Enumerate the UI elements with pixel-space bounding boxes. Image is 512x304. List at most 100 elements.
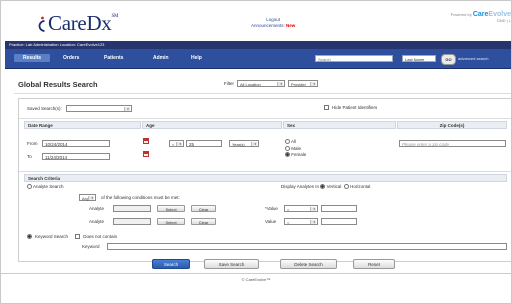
brand-care: Care xyxy=(472,11,489,18)
announcements-new-badge: New xyxy=(286,23,296,28)
age-unit-select[interactable]: Year(s) ▾ xyxy=(229,140,259,147)
header: CareDxSM Logout Announcements: New Power… xyxy=(1,1,511,41)
age-value-input[interactable]: 25 xyxy=(186,140,222,147)
analyte-label: Analyte xyxy=(89,219,105,224)
keyword-label: Keyword xyxy=(82,244,100,249)
sex-male-label: Male xyxy=(291,145,302,151)
nav-admin[interactable]: Admin xyxy=(153,54,169,62)
caredx-logo: CareDxSM xyxy=(38,11,118,36)
display-analytes-group: Display Analytes In Vertical Horizontal xyxy=(281,184,371,190)
from-label: From xyxy=(27,141,38,146)
nav-help[interactable]: Help xyxy=(191,54,202,62)
age-operator-select[interactable]: < ▾ xyxy=(169,140,184,147)
logo-text: CareDxSM xyxy=(48,11,119,35)
sex-female-label: Female xyxy=(291,152,307,157)
does-not-contain-label: Does not contain xyxy=(83,234,118,239)
logo-service-mark: SM xyxy=(111,14,119,19)
careevolve-brand: Powered by CareEvolve DND | L xyxy=(450,11,511,23)
footer-divider xyxy=(1,273,511,274)
chevron-down-icon: ▾ xyxy=(127,107,129,111)
does-not-contain-checkbox[interactable] xyxy=(75,234,81,239)
analyte-search-option: Analyte Search xyxy=(27,184,64,190)
chevron-down-icon: ▾ xyxy=(254,142,256,146)
age-header: Age xyxy=(142,121,282,129)
sex-radio-group: All Male Female xyxy=(285,139,306,159)
go-button[interactable]: GO xyxy=(441,54,456,65)
nav-results[interactable]: Results xyxy=(14,54,51,62)
header-links: Logout Announcements: New xyxy=(251,17,295,29)
saved-searches-select[interactable]: ▾ xyxy=(65,105,132,112)
sex-female-radio[interactable] xyxy=(285,152,290,158)
page-title: Global Results Search xyxy=(18,80,98,89)
analyte-select-button[interactable]: Select xyxy=(157,218,185,225)
nav-orders[interactable]: Orders xyxy=(63,54,79,62)
sex-all-label: All xyxy=(291,139,297,144)
reset-button[interactable]: Reset xyxy=(353,259,395,269)
value-operator-select[interactable]: = ▾ xyxy=(284,205,318,212)
analyte-input[interactable] xyxy=(113,205,151,212)
filter-group: Filter All Location ▾ Provider ▾ xyxy=(224,80,318,87)
hide-identifiers-checkbox[interactable] xyxy=(324,105,329,110)
chevron-down-icon: ▾ xyxy=(313,207,315,211)
match-any-select[interactable]: Any ▾ xyxy=(79,194,96,201)
keyword-search-radio[interactable] xyxy=(27,234,32,239)
practice-info-bar: Practice: Lab Administration Location: C… xyxy=(5,41,511,49)
hide-identifiers-row: Hide Patient Identifiers xyxy=(324,105,377,110)
nav-search-input[interactable]: Search xyxy=(315,55,393,62)
search-field-select[interactable]: Last Name xyxy=(402,55,436,62)
saved-searches-row: Saved Search(s): ▾ xyxy=(27,105,132,112)
sex-all-radio[interactable] xyxy=(285,139,290,145)
analyte-search-radio[interactable] xyxy=(27,184,32,190)
keyword-search-option: Keyword Search Does not contain xyxy=(27,234,117,239)
main-nav: Results Orders Patients Admin Help Searc… xyxy=(5,49,511,69)
match-conditions-text: of the following conditions must be met: xyxy=(101,195,180,200)
keyword-input[interactable] xyxy=(107,243,507,250)
announcements-link[interactable]: Announcements: xyxy=(251,23,285,28)
chevron-down-icon: ▾ xyxy=(91,196,93,200)
chevron-down-icon: ▾ xyxy=(179,142,181,146)
zip-header: Zip Code(s) xyxy=(397,121,507,129)
date-range-header: Date Range xyxy=(24,121,141,129)
analyte-select-button[interactable]: Select xyxy=(157,205,185,212)
zip-code-input[interactable]: Please enter a zip code xyxy=(399,140,506,147)
value-input[interactable] xyxy=(321,218,357,225)
analyte-label: Analyte xyxy=(89,206,105,211)
value-label: *Value xyxy=(265,206,278,211)
chevron-down-icon: ▾ xyxy=(313,220,315,224)
page-titlebar: Global Results Search Filter All Locatio… xyxy=(14,77,511,94)
to-date-input[interactable]: 11/24/2014 xyxy=(42,153,110,160)
value-label: Value xyxy=(265,219,277,224)
powered-by-text: Powered by xyxy=(450,12,472,17)
app-window: CareDxSM Logout Announcements: New Power… xyxy=(0,0,512,304)
horizontal-radio[interactable] xyxy=(343,184,349,190)
sex-male-radio[interactable] xyxy=(285,145,290,151)
horizontal-label: Horizontal xyxy=(350,184,371,189)
filter-label: Filter xyxy=(224,81,234,86)
delete-search-button[interactable]: Delete Search xyxy=(280,259,337,269)
nav-patients[interactable]: Patients xyxy=(104,54,123,62)
divider xyxy=(19,118,511,119)
vertical-radio[interactable] xyxy=(320,184,326,190)
analyte-clear-button[interactable]: Clear xyxy=(191,205,216,212)
analyte-clear-button[interactable]: Clear xyxy=(191,218,216,225)
saved-searches-label: Saved Search(s): xyxy=(27,106,62,111)
chevron-down-icon: ▾ xyxy=(313,82,315,86)
user-links[interactable]: DND | L xyxy=(497,18,511,23)
value-input[interactable] xyxy=(321,205,357,212)
divider xyxy=(19,171,511,172)
to-label: To xyxy=(27,154,32,159)
search-button[interactable]: Search xyxy=(152,259,190,269)
sex-header: Sex xyxy=(283,121,396,129)
provider-filter-select[interactable]: Provider ▾ xyxy=(288,80,318,87)
location-filter-select[interactable]: All Location ▾ xyxy=(237,80,285,87)
search-panel: Saved Search(s): ▾ Hide Patient Identifi… xyxy=(18,98,511,262)
value-operator-select[interactable]: = ▾ xyxy=(284,218,318,225)
calendar-icon[interactable] xyxy=(143,151,149,157)
advanced-search-link[interactable]: advanced search xyxy=(458,54,488,63)
from-date-input[interactable]: 10/24/2014 xyxy=(42,140,110,147)
analyte-search-label: Analyte Search xyxy=(33,184,64,189)
save-search-button[interactable]: Save Search xyxy=(204,259,259,269)
analyte-input[interactable] xyxy=(113,218,151,225)
calendar-icon[interactable] xyxy=(143,138,149,144)
footer-copyright: © CareEvolve™ xyxy=(241,277,271,282)
